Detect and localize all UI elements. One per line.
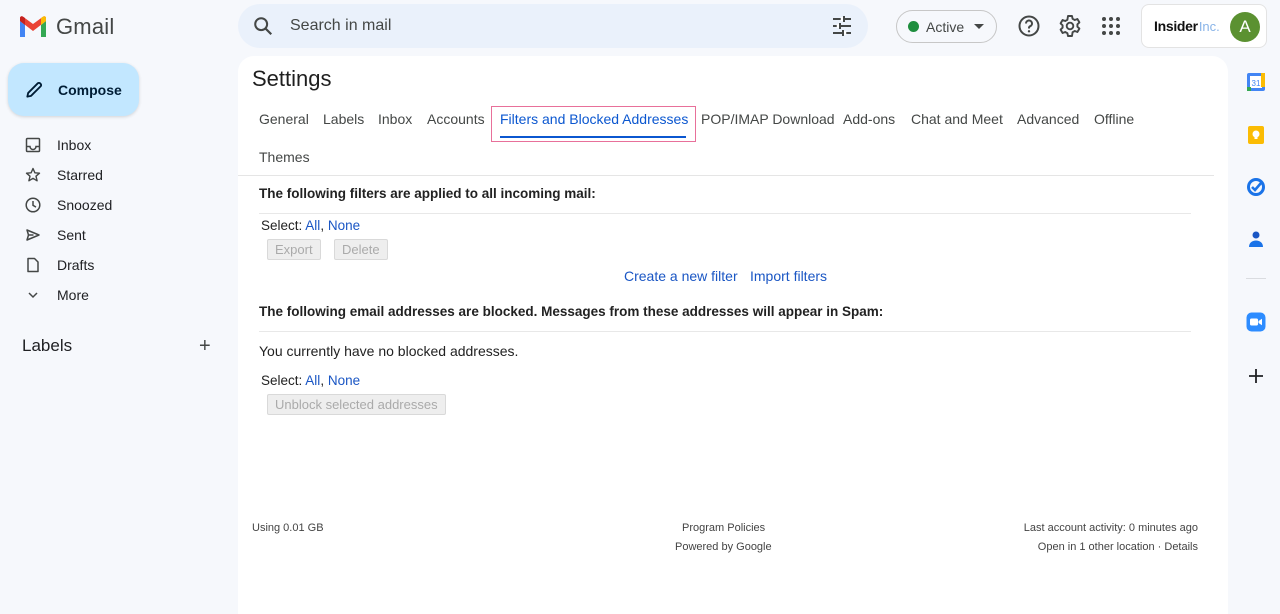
sidebar-item-more[interactable]: More xyxy=(0,280,236,310)
avatar[interactable]: A xyxy=(1230,12,1260,42)
search-options-icon[interactable] xyxy=(832,16,852,36)
chevron-down-icon xyxy=(28,292,38,299)
clock-icon xyxy=(25,197,41,213)
select-label: Select: xyxy=(261,218,303,233)
send-icon xyxy=(26,229,40,241)
tab-filters-and-blocked-addresses[interactable]: Filters and Blocked Addresses xyxy=(500,111,688,127)
selected-tab-underline xyxy=(500,136,686,138)
settings-gear-icon[interactable] xyxy=(1058,14,1082,38)
compose-label: Compose xyxy=(58,81,122,98)
account-switcher[interactable]: Insider Inc. A xyxy=(1141,4,1267,48)
sidebar-item-label: Inbox xyxy=(57,137,92,153)
rail-divider xyxy=(1246,278,1266,279)
tab-labels[interactable]: Labels xyxy=(323,111,364,127)
star-icon xyxy=(25,167,41,182)
unblock-selected-button[interactable]: Unblock selected addresses xyxy=(267,394,446,415)
status-label: Active xyxy=(926,18,965,35)
inbox-icon xyxy=(25,137,41,153)
sidebar-item-sent[interactable]: Sent xyxy=(0,220,236,250)
select-all-link[interactable]: All xyxy=(305,218,320,233)
export-button[interactable]: Export xyxy=(267,239,321,260)
select-separator: , xyxy=(320,218,325,233)
sidebar-item-label: Starred xyxy=(57,167,103,183)
dot-separator: · xyxy=(1154,541,1165,553)
tabs-divider xyxy=(238,175,1214,176)
last-account-activity: Last account activity: 0 minutes ago xyxy=(1023,522,1198,534)
select-none-link[interactable]: None xyxy=(328,373,360,388)
tasks-icon[interactable] xyxy=(1246,177,1266,197)
draft-icon xyxy=(27,257,39,273)
search-icon[interactable] xyxy=(252,15,274,37)
delete-button[interactable]: Delete xyxy=(334,239,388,260)
details-link[interactable]: Details xyxy=(1164,541,1198,553)
gmail-m-icon xyxy=(20,16,46,37)
zoom-video-icon[interactable] xyxy=(1246,312,1266,332)
filters-heading: The following filters are applied to all… xyxy=(259,186,596,201)
settings-panel: Settings General Labels Inbox Accounts F… xyxy=(238,56,1228,614)
sidebar-item-starred[interactable]: Starred xyxy=(0,160,236,190)
sidebar-nav: Inbox Starred Snoozed Sent Drafts More xyxy=(0,130,236,310)
sidebar-item-snoozed[interactable]: Snoozed xyxy=(0,190,236,220)
calendar-icon[interactable]: 31 xyxy=(1246,72,1266,92)
sidebar-item-label: Snoozed xyxy=(57,197,113,213)
gmail-logo[interactable]: Gmail xyxy=(18,14,114,40)
storage-usage: Using 0.01 GB xyxy=(252,522,324,534)
open-locations: Open in 1 other location · Details xyxy=(1038,541,1198,553)
no-blocked-message: You currently have no blocked addresses. xyxy=(259,343,519,359)
app-name: Gmail xyxy=(56,14,115,39)
tab-accounts[interactable]: Accounts xyxy=(427,111,485,127)
blocked-select-row: Select: All, None xyxy=(261,373,360,388)
add-label-button[interactable]: + xyxy=(199,336,211,356)
labels-heading: Labels xyxy=(22,336,73,355)
search-input[interactable] xyxy=(290,4,790,48)
blocked-divider xyxy=(259,331,1191,332)
contacts-icon[interactable] xyxy=(1246,229,1266,249)
tab-general[interactable]: General xyxy=(259,111,309,127)
sidebar-item-label: Sent xyxy=(57,227,86,243)
tab-pop-imap-download[interactable]: POP/IMAP Download xyxy=(701,111,835,127)
apps-grid-icon[interactable] xyxy=(1099,14,1123,38)
sidebar-item-inbox[interactable]: Inbox xyxy=(0,130,236,160)
tab-inbox[interactable]: Inbox xyxy=(378,111,412,127)
program-policies-link[interactable]: Program Policies xyxy=(682,522,765,534)
import-filters-link[interactable]: Import filters xyxy=(750,268,827,284)
org-brand-suffix: Inc. xyxy=(1198,18,1220,34)
tab-themes[interactable]: Themes xyxy=(259,149,310,165)
tab-offline[interactable]: Offline xyxy=(1094,111,1134,127)
caret-down-icon xyxy=(974,24,985,29)
select-all-link[interactable]: All xyxy=(305,373,320,388)
open-locations-text: Open in 1 other location xyxy=(1037,541,1155,553)
sidebar-item-label: More xyxy=(57,287,89,303)
sidebar-item-label: Drafts xyxy=(57,257,95,273)
tab-add-ons[interactable]: Add-ons xyxy=(843,111,895,127)
select-label: Select: xyxy=(261,373,303,388)
filters-select-row: Select: All, None xyxy=(261,218,360,233)
create-new-filter-link[interactable]: Create a new filter xyxy=(624,268,738,284)
tab-chat-and-meet[interactable]: Chat and Meet xyxy=(911,111,1003,127)
help-icon[interactable] xyxy=(1017,14,1041,38)
sidebar-item-drafts[interactable]: Drafts xyxy=(0,250,236,280)
active-status-dot xyxy=(908,21,919,32)
org-brand-name: Insider xyxy=(1154,18,1198,34)
svg-text:31: 31 xyxy=(1252,79,1261,88)
status-dropdown[interactable]: Active xyxy=(896,10,997,43)
compose-button[interactable]: Compose xyxy=(8,63,139,116)
pencil-icon xyxy=(26,81,43,98)
page-title: Settings xyxy=(252,66,332,91)
filters-divider xyxy=(259,213,1191,214)
select-separator: , xyxy=(320,373,325,388)
powered-by-google: Powered by Google xyxy=(675,541,772,553)
add-addon-icon[interactable] xyxy=(1246,366,1266,386)
tab-advanced[interactable]: Advanced xyxy=(1017,111,1079,127)
select-none-link[interactable]: None xyxy=(328,218,360,233)
keep-icon[interactable] xyxy=(1246,125,1266,145)
search-bar[interactable] xyxy=(238,4,868,48)
blocked-heading: The following email addresses are blocke… xyxy=(259,304,884,319)
